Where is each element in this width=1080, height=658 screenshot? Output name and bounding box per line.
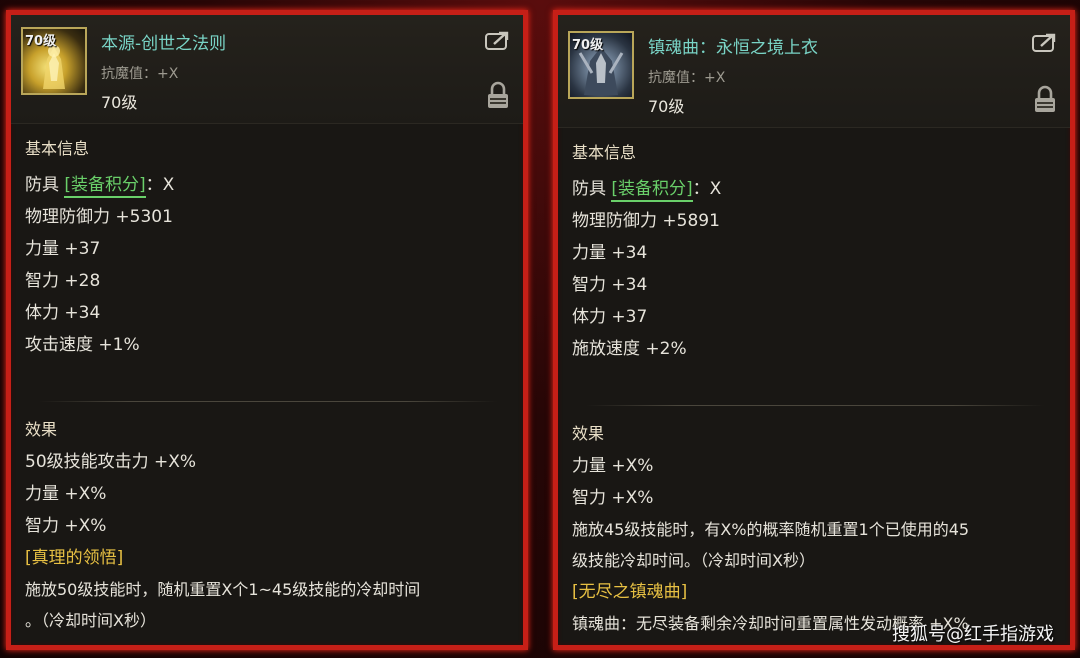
effect-desc-line: 施放45级技能时，有X%的概率随机重置1个已使用的45 [572, 520, 970, 539]
armor-score-value: ：X [692, 179, 722, 199]
item-icon[interactable]: 70级 [21, 27, 87, 95]
effect-title: 效果 [25, 420, 58, 439]
stat-line: 智力 +28 [25, 271, 101, 291]
special-effect-desc: 施放50级技能时，随机重置X个1~45级技能的冷却时间 。（冷却时间X秒） [25, 574, 511, 636]
stat-line: 体力 +34 [25, 303, 101, 323]
effect-desc-line: 级技能冷却时间。（冷却时间X秒） [572, 551, 815, 570]
armor-label: 防具 [25, 175, 59, 195]
lock-icon[interactable] [487, 81, 509, 109]
stat-line: 力量 +37 [25, 239, 101, 259]
item-level: 70级 [101, 93, 138, 112]
item-tooltip-left: 70级 本源-创世之法则 抗魔值：+X 70级 基本信息 防具 [装备积分]：X [6, 10, 528, 650]
item-level: 70级 [648, 97, 685, 116]
section-divider [586, 405, 1044, 406]
item-header: 70级 本源-创世之法则 抗魔值：+X 70级 [11, 15, 523, 124]
share-icon[interactable] [485, 31, 511, 51]
special-desc-line: 施放50级技能时，随机重置X个1~45级技能的冷却时间 [25, 580, 421, 599]
armor-score-line: 防具 [装备积分]：X [25, 169, 511, 201]
armor-label: 防具 [572, 179, 606, 199]
section-divider [39, 401, 497, 402]
equipment-score-tag[interactable]: [装备积分] [64, 175, 146, 198]
share-icon[interactable] [1032, 33, 1058, 53]
stat-line: 物理防御力 +5301 [25, 207, 173, 227]
effect-title: 效果 [572, 424, 605, 443]
item-header: 70级 镇魂曲：永恒之境上衣 抗魔值：+X 70级 [558, 15, 1070, 128]
armor-score-value: ：X [145, 175, 175, 195]
effect-line: 力量 +X% [572, 456, 654, 476]
special-desc-line: 。（冷却时间X秒） [25, 611, 156, 630]
effect-line: 智力 +X% [572, 488, 654, 508]
effect-line: 50级技能攻击力 +X% [25, 452, 197, 472]
basic-info-title: 基本信息 [25, 139, 90, 158]
watermark-text: 搜狐号@红手指游戏 [892, 624, 1054, 645]
stat-line: 物理防御力 +5891 [572, 211, 720, 231]
equipment-score-tag[interactable]: [装备积分] [611, 179, 693, 202]
icon-level-badge: 70级 [25, 34, 57, 49]
stat-line: 施放速度 +2% [572, 339, 687, 359]
basic-info-title: 基本信息 [572, 143, 637, 162]
magic-resist: 抗魔值：+X [101, 66, 179, 82]
lock-icon[interactable] [1034, 85, 1056, 113]
special-effect-title: [无尽之镇魂曲] [572, 582, 688, 602]
item-name: 本源-创世之法则 [101, 34, 227, 54]
stat-line: 智力 +34 [572, 275, 648, 295]
stat-line: 攻击速度 +1% [25, 335, 140, 355]
special-effect-title: [真理的领悟] [25, 548, 124, 568]
item-name: 镇魂曲：永恒之境上衣 [648, 38, 818, 58]
magic-resist: 抗魔值：+X [648, 70, 726, 86]
icon-level-badge: 70级 [572, 38, 604, 53]
armor-score-line: 防具 [装备积分]：X [572, 173, 1058, 205]
item-body: 基本信息 防具 [装备积分]：X 物理防御力 +5891 力量 +34 智力 +… [572, 127, 1058, 639]
stat-line: 体力 +37 [572, 307, 648, 327]
effect-line: 智力 +X% [25, 516, 107, 536]
item-body: 基本信息 防具 [装备积分]：X 物理防御力 +5301 力量 +37 智力 +… [25, 123, 511, 636]
stat-line: 力量 +34 [572, 243, 648, 263]
item-icon[interactable]: 70级 [568, 31, 634, 99]
item-tooltip-right: 70级 镇魂曲：永恒之境上衣 抗魔值：+X 70级 基本信息 防具 [装备积分]… [553, 10, 1075, 650]
effect-desc: 施放45级技能时，有X%的概率随机重置1个已使用的45 级技能冷却时间。（冷却时… [572, 514, 1058, 576]
effect-line: 力量 +X% [25, 484, 107, 504]
screen: 70级 本源-创世之法则 抗魔值：+X 70级 基本信息 防具 [装备积分]：X [0, 0, 1080, 658]
